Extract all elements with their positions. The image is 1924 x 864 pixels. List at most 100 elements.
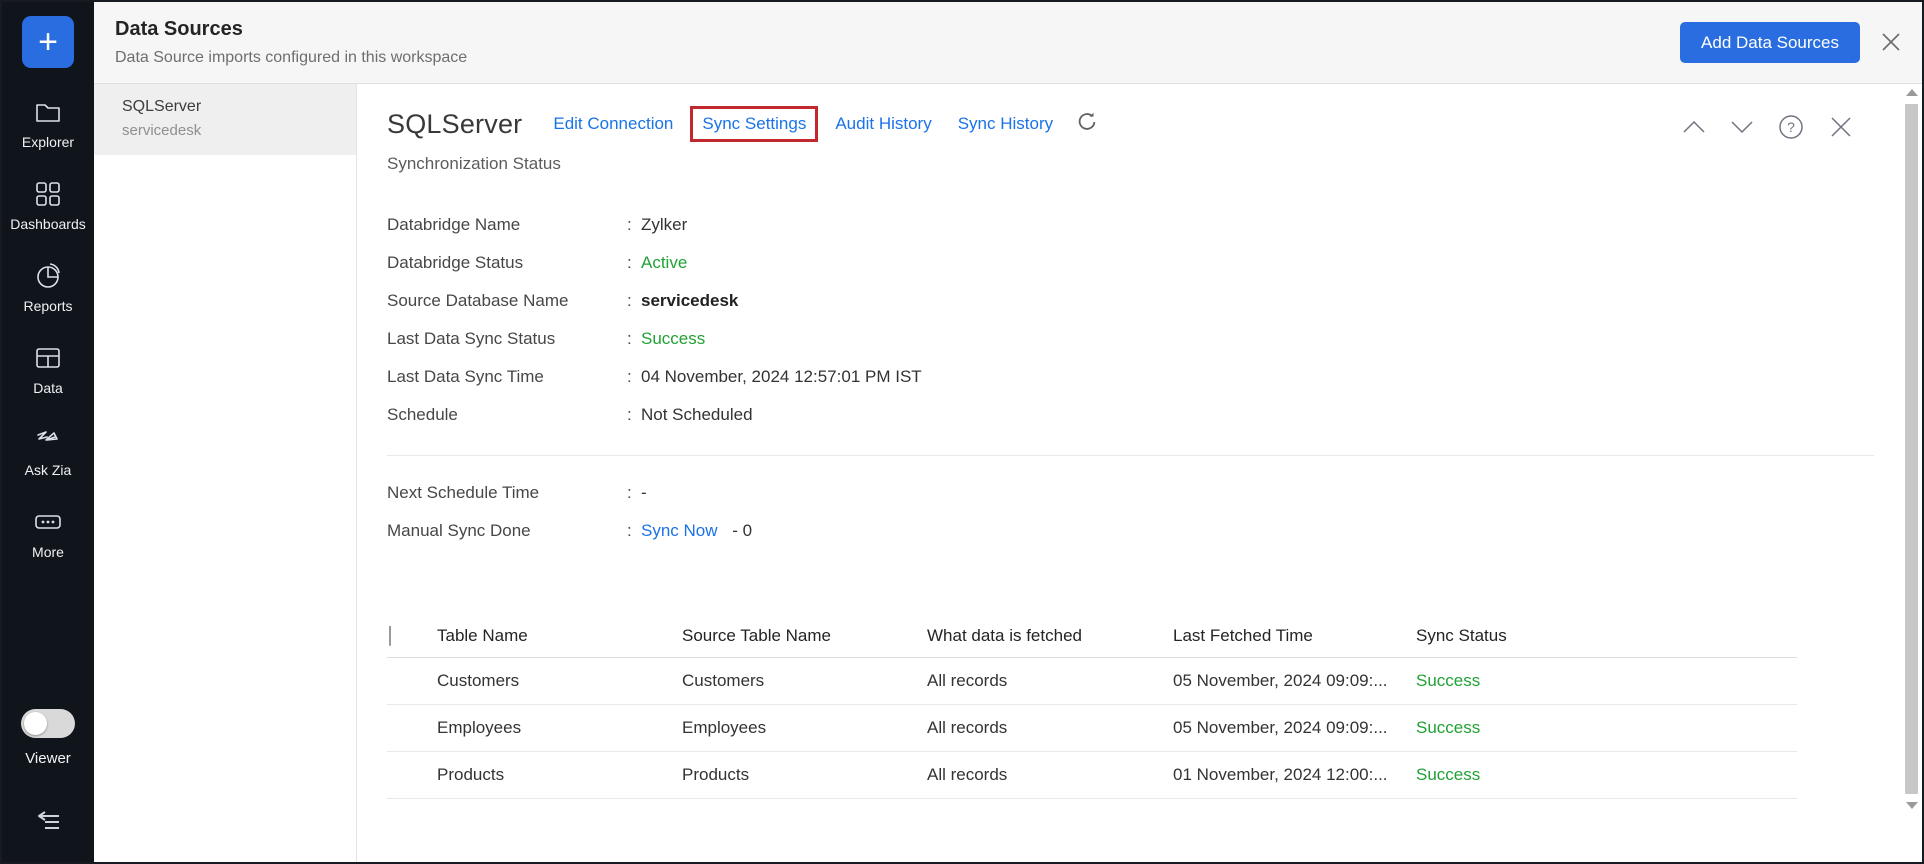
- sync-status-fields: Databridge Name : Zylker Databridge Stat…: [387, 214, 1922, 425]
- field-label: Last Data Sync Status: [387, 328, 627, 349]
- help-button[interactable]: ?: [1778, 114, 1804, 140]
- cell-table-name: Customers: [437, 671, 682, 691]
- main-column: Data Sources Data Source imports configu…: [94, 2, 1922, 862]
- field-last-sync-time: Last Data Sync Time : 04 November, 2024 …: [387, 366, 1922, 387]
- ellipsis-icon: [33, 507, 63, 537]
- sidebar-item-ask-zia[interactable]: Ask Zia: [2, 425, 94, 478]
- sidebar-item-label: Ask Zia: [25, 462, 72, 478]
- sync-now-link[interactable]: Sync Now: [641, 521, 718, 540]
- page-header-text: Data Sources Data Source imports configu…: [115, 18, 467, 67]
- sidebar-item-label: Data: [33, 380, 63, 396]
- create-new-button[interactable]: +: [22, 16, 74, 68]
- dashboard-grid-icon: [33, 179, 63, 209]
- field-next-schedule-time: Next Schedule Time : -: [387, 482, 1922, 503]
- field-colon: :: [627, 214, 641, 235]
- sidebar-item-reports[interactable]: Reports: [2, 261, 94, 314]
- close-detail-button[interactable]: [1828, 114, 1854, 140]
- refresh-button[interactable]: [1076, 111, 1098, 138]
- field-colon: :: [627, 482, 641, 503]
- viewer-toggle-knob: [24, 712, 47, 735]
- field-label: Source Database Name: [387, 290, 627, 311]
- table-row-customers[interactable]: Customers Customers All records 05 Novem…: [387, 658, 1797, 705]
- table-row-products[interactable]: Products Products All records 01 Novembe…: [387, 752, 1797, 799]
- field-source-database-name: Source Database Name : servicedesk: [387, 290, 1922, 311]
- detail-title: SQLServer: [387, 109, 522, 140]
- section-divider: [387, 455, 1874, 456]
- cell-source-table-name: Customers: [682, 671, 927, 691]
- cell-sync-status: Success: [1416, 718, 1797, 738]
- next-source-button[interactable]: [1730, 120, 1754, 134]
- content-row: SQLServer servicedesk SQLServer Edit Con…: [94, 84, 1922, 862]
- sync-history-link[interactable]: Sync History: [958, 114, 1053, 134]
- select-all-checkbox[interactable]: [389, 626, 391, 646]
- data-source-list: SQLServer servicedesk: [94, 84, 357, 862]
- sync-settings-highlight-box: Sync Settings: [690, 106, 818, 142]
- chevron-down-icon: [1730, 120, 1754, 134]
- field-colon: :: [627, 290, 641, 311]
- close-icon: [1828, 114, 1854, 140]
- sidebar-item-label: Reports: [23, 298, 72, 314]
- scroll-up-arrow-icon[interactable]: [1906, 89, 1918, 96]
- column-header-table-name: Table Name: [437, 626, 682, 646]
- scroll-down-arrow-icon[interactable]: [1906, 802, 1918, 809]
- sidebar: + Explorer Dashboards Reports Data: [2, 2, 94, 862]
- data-source-detail-panel: SQLServer Edit Connection Sync Settings …: [357, 84, 1922, 862]
- cell-fetched: All records: [927, 671, 1173, 691]
- sidebar-item-explorer[interactable]: Explorer: [2, 97, 94, 150]
- close-icon: [1877, 28, 1905, 56]
- viewer-toggle[interactable]: [21, 709, 75, 738]
- edit-connection-link[interactable]: Edit Connection: [553, 114, 673, 134]
- sidebar-item-label: Explorer: [22, 134, 74, 150]
- data-source-database: servicedesk: [122, 122, 356, 139]
- field-schedule: Schedule : Not Scheduled: [387, 404, 1922, 425]
- sidebar-item-data[interactable]: Data: [2, 343, 94, 396]
- column-header-what-data-is-fetched: What data is fetched: [927, 626, 1173, 646]
- field-databridge-status: Databridge Status : Active: [387, 252, 1922, 273]
- column-header-source-table-name: Source Table Name: [682, 626, 927, 646]
- detail-panel-controls: ?: [1682, 114, 1854, 140]
- sidebar-item-more[interactable]: More: [2, 507, 94, 560]
- page-close-button[interactable]: [1877, 28, 1905, 56]
- cell-table-name: Employees: [437, 718, 682, 738]
- field-label: Manual Sync Done: [387, 520, 627, 541]
- add-data-sources-button[interactable]: Add Data Sources: [1680, 22, 1860, 63]
- field-label: Databridge Name: [387, 214, 627, 235]
- sync-status-section-title: Synchronization Status: [387, 154, 1922, 174]
- field-colon: :: [627, 366, 641, 387]
- field-colon: :: [627, 252, 641, 273]
- vertical-scrollbar[interactable]: [1904, 89, 1919, 834]
- cell-fetched: All records: [927, 718, 1173, 738]
- column-header-sync-status: Sync Status: [1416, 626, 1797, 646]
- sidebar-item-dashboards[interactable]: Dashboards: [2, 179, 94, 232]
- audit-history-link[interactable]: Audit History: [835, 114, 931, 134]
- data-source-list-item-sqlserver[interactable]: SQLServer servicedesk: [94, 84, 356, 155]
- cell-last-fetched: 05 November, 2024 09:09:...: [1173, 671, 1416, 691]
- app-window: + Explorer Dashboards Reports Data: [0, 0, 1924, 864]
- chevron-up-icon: [1682, 120, 1706, 134]
- cell-source-table-name: Products: [682, 765, 927, 785]
- sidebar-item-label: Dashboards: [10, 216, 86, 232]
- scrollbar-thumb[interactable]: [1905, 104, 1918, 794]
- table-row-employees[interactable]: Employees Employees All records 05 Novem…: [387, 705, 1797, 752]
- field-value-status: Success: [641, 328, 705, 349]
- field-value-status: Active: [641, 252, 687, 273]
- field-label: Schedule: [387, 404, 627, 425]
- cell-last-fetched: 01 November, 2024 12:00:...: [1173, 765, 1416, 785]
- column-header-last-fetched-time: Last Fetched Time: [1173, 626, 1416, 646]
- sync-settings-link[interactable]: Sync Settings: [702, 114, 806, 133]
- previous-source-button[interactable]: [1682, 120, 1706, 134]
- field-colon: :: [627, 328, 641, 349]
- page-header: Data Sources Data Source imports configu…: [94, 2, 1922, 84]
- field-last-sync-status: Last Data Sync Status : Success: [387, 328, 1922, 349]
- field-colon: :: [627, 404, 641, 425]
- cell-sync-status: Success: [1416, 765, 1797, 785]
- cell-sync-status: Success: [1416, 671, 1797, 691]
- pie-chart-icon: [33, 261, 63, 291]
- field-value: 04 November, 2024 12:57:01 PM IST: [641, 366, 922, 387]
- field-databridge-name: Databridge Name : Zylker: [387, 214, 1922, 235]
- svg-text:?: ?: [1787, 119, 1795, 135]
- data-source-name: SQLServer: [122, 98, 356, 116]
- field-value: Not Scheduled: [641, 404, 753, 425]
- cell-source-table-name: Employees: [682, 718, 927, 738]
- collapse-sidebar-button[interactable]: [33, 809, 63, 840]
